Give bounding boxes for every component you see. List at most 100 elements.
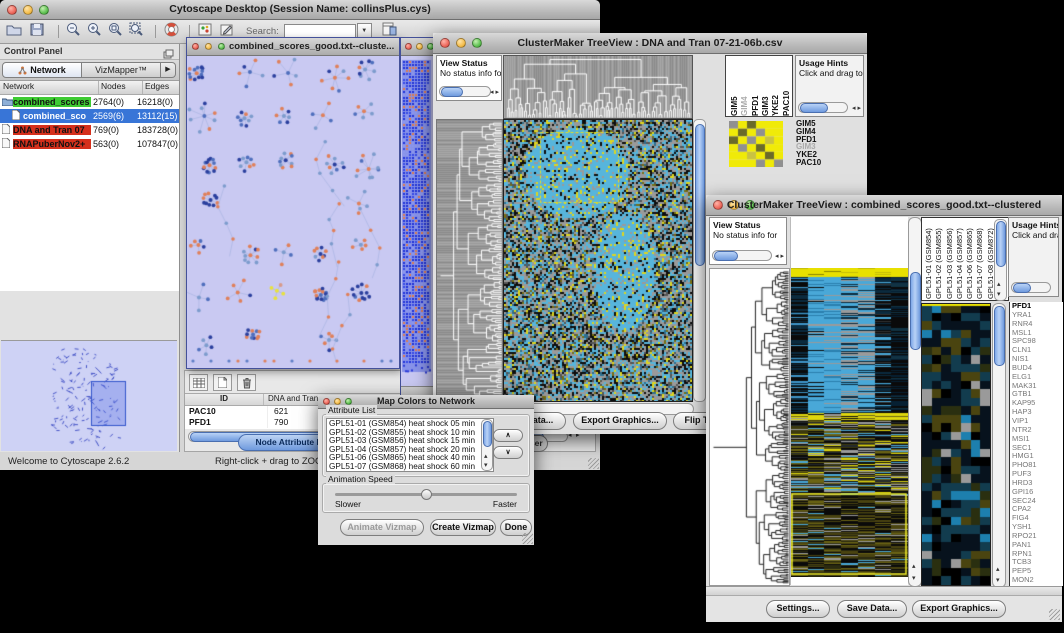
netwin-zoom-button[interactable] [218, 43, 225, 50]
netwin2-minimize-button[interactable] [416, 43, 423, 50]
tv1-row-dendrogram[interactable] [436, 119, 503, 402]
netwin2-close-button[interactable] [405, 43, 412, 50]
tv2-status-scroll-arrows[interactable]: ◂ ▸ [775, 253, 784, 260]
control-panel-title: Control Panel [4, 46, 63, 56]
tab-overflow-button[interactable]: ▶ [161, 62, 176, 78]
document-icon [2, 138, 13, 150]
tv2-column-label[interactable]: GPL51-01 (GSM854) [924, 219, 934, 299]
tv2-collabels-down[interactable]: ▾ [997, 291, 1001, 298]
zoom-fit-icon[interactable] [129, 22, 144, 41]
attribute-move-up-button[interactable]: ∧ [493, 429, 523, 442]
tv1-column-label[interactable]: GIM4 [740, 56, 750, 116]
tv1-column-label[interactable]: PAC10 [782, 56, 792, 116]
attribute-list-item[interactable]: GPL51-07 (GSM868) heat shock 60 min [329, 463, 493, 472]
tv1-status-hscrollbar[interactable] [439, 86, 491, 97]
delete-attribute-icon[interactable] [237, 374, 256, 391]
tv2-gene-label[interactable]: MON2 [1012, 576, 1063, 585]
network-edges: 13112(15) [135, 111, 179, 121]
tv1-column-dendrogram[interactable] [503, 55, 693, 119]
network-view-window-2 [400, 37, 435, 397]
help-icon[interactable] [164, 22, 179, 42]
tv1-gene-label[interactable]: PAC10 [796, 159, 862, 167]
dialog-resize-grip[interactable] [522, 533, 533, 544]
tv1-detail-matrix[interactable] [729, 121, 783, 167]
network-nodes: 2569(6) [91, 111, 135, 121]
search-label: Search: [246, 26, 279, 37]
animation-speed-slider[interactable] [335, 493, 517, 496]
network-nodes: 769(0) [91, 125, 135, 135]
tv2-detail-heatmap[interactable] [921, 303, 991, 586]
network-canvas[interactable] [187, 56, 397, 367]
zoom-in-icon[interactable] [87, 22, 102, 41]
map-colors-dialog: Map Colors to Network Attribute List GPL… [318, 395, 534, 545]
tab-network[interactable]: Network [2, 62, 82, 78]
attribute-listbox[interactable]: GPL51-01 (GSM854) heat shock 05 minGPL51… [326, 418, 494, 472]
netwin-minimize-button[interactable] [205, 43, 212, 50]
zoom-out-icon[interactable] [66, 22, 81, 41]
tv1-status-scroll-arrows[interactable]: ◂ ▸ [490, 89, 499, 96]
network-table-row[interactable]: RNAPuberNov2+563(0)107847(0) [0, 137, 179, 151]
tv1-hints-hscrollbar[interactable] [798, 102, 848, 113]
float-panel-icon[interactable] [163, 46, 174, 64]
tv2-heatmap[interactable] [791, 268, 908, 577]
tv1-heatmap[interactable] [503, 119, 693, 402]
create-vizmap-button[interactable]: Create Vizmap [430, 519, 496, 536]
tv2-row-dendrogram[interactable] [709, 268, 790, 586]
save-icon[interactable] [30, 23, 44, 41]
tv2-detail-down[interactable]: ▾ [996, 577, 1000, 584]
open-icon[interactable] [6, 23, 22, 41]
animate-vizmap-button[interactable]: Animate Vizmap [340, 519, 424, 536]
tv1-column-label[interactable]: GIM5 [730, 56, 740, 116]
tv2-column-label[interactable]: GPL51-06 (GSM865) [965, 219, 975, 299]
tv2-column-label[interactable]: GPL51-04 (GSM857) [955, 219, 965, 299]
tv1-export-graphics-button[interactable]: Export Graphics... [573, 412, 667, 430]
attribute-move-down-button[interactable]: ∨ [493, 446, 523, 459]
tv2-vscrollbar[interactable]: ▴ ▾ [908, 217, 922, 587]
tv2-column-label[interactable]: GPL51-02 (GSM855) [934, 219, 944, 299]
zoom-selected-icon[interactable] [108, 22, 123, 41]
network-table-row[interactable]: combined_scores2764(0)16218(0) [0, 95, 179, 109]
tv2-hints-hscrollbar[interactable] [1011, 282, 1051, 293]
folder-icon [2, 97, 13, 108]
attribute-list-vscrollbar[interactable]: ▴ ▾ [481, 419, 493, 471]
tv2-vscroll-down[interactable]: ▾ [912, 575, 916, 582]
tv2-settings-button[interactable]: Settings... [766, 600, 830, 618]
network-name: combined_sco [23, 111, 91, 121]
network-overview[interactable] [1, 340, 177, 451]
tv1-usage-hints: Usage Hints Click and drag to ◂ ▸ [795, 55, 864, 117]
slider-thumb[interactable] [421, 489, 432, 500]
attr-scroll-down[interactable]: ▾ [484, 462, 488, 469]
attr-scroll-up[interactable]: ▴ [484, 453, 488, 460]
netwin-close-button[interactable] [192, 43, 199, 50]
tab-vizmapper[interactable]: VizMapper™ [82, 62, 161, 78]
tv1-hints-scroll-arrows[interactable]: ◂ ▸ [852, 105, 861, 112]
select-attributes-icon[interactable] [189, 374, 208, 391]
tv2-column-label[interactable]: GPL51-03 (GSM856) [945, 219, 955, 299]
tv2-detail-vscrollbar[interactable]: ▴ ▾ [992, 303, 1006, 588]
tv2-vscroll-up[interactable]: ▴ [912, 563, 916, 570]
tv2-collabels-vscrollbar[interactable]: ▴ ▾ [994, 219, 1007, 301]
data-row-id: PFD1 [185, 417, 268, 428]
network-table-row[interactable]: combined_sco2569(6)13112(15) [0, 109, 179, 123]
tv2-resize-grip[interactable] [1049, 609, 1060, 620]
tv1-vscrollbar[interactable] [693, 119, 706, 402]
main-resize-grip[interactable] [588, 458, 599, 469]
tv2-title: ClusterMaker TreeView : combined_scores_… [706, 199, 1062, 211]
tv1-view-status: View Status No status info for ◂ ▸ [436, 55, 502, 101]
network-canvas-2[interactable] [401, 56, 432, 386]
new-attribute-icon[interactable] [213, 374, 232, 391]
desktop: Cytoscape Desktop (Session Name: collins… [0, 0, 1064, 633]
main-title-bar[interactable]: Cytoscape Desktop (Session Name: collins… [0, 0, 600, 20]
tv2-heatmap-panel [790, 217, 908, 585]
tv2-detail-up[interactable]: ▴ [996, 566, 1000, 573]
tv1-column-label[interactable]: GIM3 [761, 56, 771, 116]
tv1-column-label[interactable]: YKE2 [771, 56, 781, 116]
tv2-column-label[interactable]: GPL51-07 (GSM868) [975, 219, 985, 299]
tv2-status-hscrollbar[interactable] [712, 250, 772, 261]
tv1-column-label[interactable]: PFD1 [751, 56, 761, 116]
network-table-row[interactable]: DNA and Tran 07769(0)183728(0) [0, 123, 179, 137]
tv2-export-graphics-button[interactable]: Export Graphics... [912, 600, 1006, 618]
tv2-save-data-button[interactable]: Save Data... [837, 600, 907, 618]
main-window-title: Cytoscape Desktop (Session Name: collins… [0, 3, 600, 15]
tv2-collabels-up[interactable]: ▴ [997, 281, 1001, 288]
